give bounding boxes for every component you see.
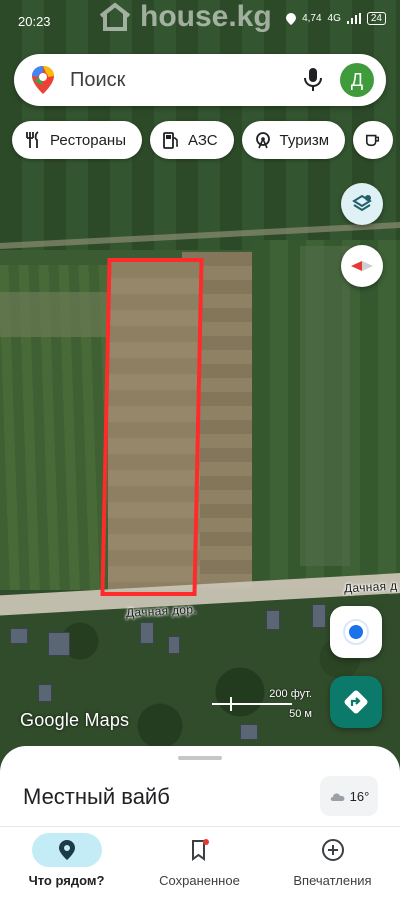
status-icons: 4,74 4G 24	[286, 12, 386, 25]
gas-station-icon	[163, 132, 178, 149]
cloud-icon	[330, 793, 345, 801]
field-east-track	[300, 246, 350, 566]
chip-label: Туризм	[279, 131, 330, 149]
building	[38, 684, 52, 702]
scale-tick	[230, 697, 232, 711]
weather-temperature: 16°	[349, 788, 370, 804]
attraction-icon	[255, 132, 270, 149]
account-avatar[interactable]: Д	[340, 63, 374, 97]
layers-icon	[352, 194, 372, 212]
network-type: 4G	[327, 13, 341, 24]
search-input[interactable]: Поиск	[70, 69, 302, 92]
nav-label: Сохраненное	[159, 873, 240, 888]
building	[48, 632, 70, 656]
directions-icon	[344, 690, 368, 714]
directions-button[interactable]	[330, 676, 382, 728]
nav-label: Что рядом?	[28, 873, 105, 888]
nav-icon-container	[31, 833, 102, 867]
house-logo-icon	[99, 2, 131, 31]
building	[140, 622, 154, 644]
map-scale: 200 фут. 50 м	[212, 688, 316, 722]
restaurant-icon	[26, 131, 39, 148]
building	[266, 610, 280, 630]
building	[312, 604, 326, 628]
my-location-button[interactable]	[330, 606, 382, 658]
sheet-drag-handle[interactable]	[178, 756, 222, 760]
nav-saved[interactable]: Сохраненное	[133, 827, 266, 900]
explore-sheet[interactable]: Местный вайб 16°	[0, 746, 400, 826]
category-chips: Рестораны АЗС Туризм	[12, 121, 394, 159]
chip-cafes[interactable]	[353, 121, 394, 159]
watermark: house.kg	[98, 0, 272, 34]
chip-label: Рестораны	[50, 131, 126, 149]
google-maps-attribution: Google Maps	[20, 710, 130, 730]
watermark-text: house.kg	[140, 0, 272, 33]
maps-pin-icon	[32, 66, 54, 94]
chip-label: АЗС	[187, 131, 218, 149]
status-bar: 20:23 house.kg 4,74 4G 24	[0, 0, 400, 42]
coffee-icon	[366, 134, 380, 147]
location-status-icon	[286, 12, 297, 25]
search-bar[interactable]: Поиск Д	[14, 54, 386, 106]
battery-icon: 24	[366, 12, 386, 25]
road-label: Дачная д	[343, 578, 398, 596]
nav-icon-container	[165, 833, 235, 867]
plot-outline	[100, 258, 204, 596]
chip-gas-stations[interactable]: АЗС	[149, 121, 234, 159]
scale-metric: 50 м	[289, 708, 312, 720]
compass-button[interactable]	[341, 245, 383, 287]
chip-tourism[interactable]: Туризм	[241, 121, 346, 159]
bottom-navigation: Что рядом? Сохраненное Впечатления	[0, 826, 400, 900]
scale-imperial: 200 фут.	[269, 688, 312, 700]
nav-contribute[interactable]: Впечатления	[266, 827, 399, 900]
compass-icon	[351, 261, 373, 271]
building	[10, 628, 28, 644]
network-speed: 4,74	[302, 13, 322, 24]
location-pin-icon	[58, 840, 75, 860]
layers-button[interactable]	[341, 183, 383, 225]
field-strip	[0, 292, 110, 337]
clock: 20:23	[18, 14, 51, 29]
add-circle-icon	[321, 839, 344, 861]
nav-icon-container	[298, 833, 368, 867]
bookmark-icon	[191, 839, 209, 861]
signal-icon	[346, 13, 361, 24]
weather-badge[interactable]: 16°	[320, 776, 378, 816]
nav-label: Впечатления	[293, 873, 372, 888]
chip-restaurants[interactable]: Рестораны	[12, 121, 142, 159]
scale-bar	[212, 703, 292, 705]
microphone-icon[interactable]	[302, 67, 324, 93]
nav-explore[interactable]: Что рядом?	[0, 827, 133, 900]
my-location-icon	[343, 619, 369, 645]
sheet-title: Местный вайб	[23, 784, 170, 809]
building	[168, 636, 180, 654]
building	[240, 724, 258, 740]
